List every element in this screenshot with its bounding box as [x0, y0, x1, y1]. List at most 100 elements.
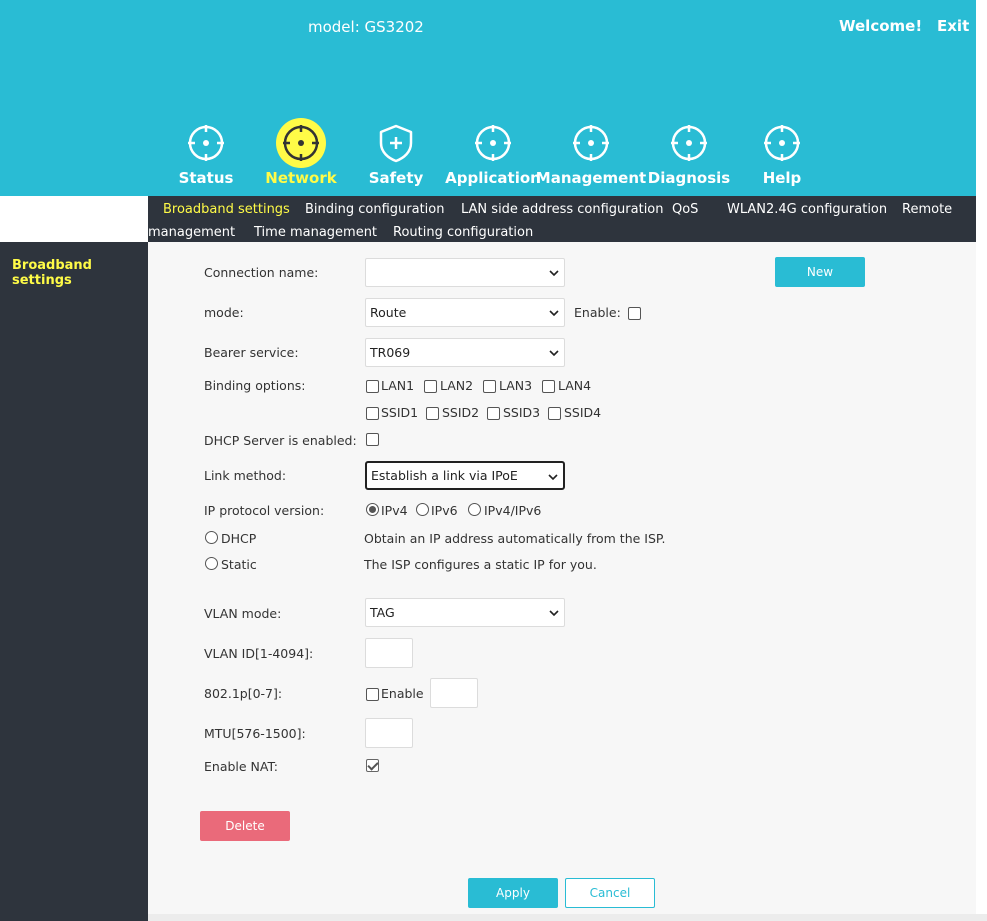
binding-ssid2-checkbox[interactable] [426, 407, 439, 420]
vlan-id-input[interactable] [365, 638, 413, 668]
p8021-enable-label: Enable [381, 686, 424, 701]
mode-value: Route [370, 305, 407, 320]
chevron-down-icon [549, 310, 559, 317]
subnav-routing-configuration[interactable]: Routing configuration [393, 225, 533, 240]
header-bar: model: GS3202 Welcome! Exit Status Netwo… [0, 0, 976, 196]
nat-label: Enable NAT: [204, 759, 278, 774]
nav-status[interactable]: Status [177, 118, 235, 192]
static-description: The ISP configures a static IP for you. [364, 557, 597, 572]
nav-label: Help [762, 169, 802, 187]
bearer-service-select[interactable]: TR069 [365, 338, 565, 367]
binding-options-label: Binding options: [204, 378, 306, 393]
nav-label: Safety [368, 169, 424, 187]
binding-lan1-label: LAN1 [381, 378, 415, 393]
apply-button[interactable]: Apply [468, 878, 558, 908]
binding-ssid4-checkbox[interactable] [548, 407, 561, 420]
subnav-wlan-configuration[interactable]: WLAN2.4G configuration [727, 202, 887, 217]
ipv4-label: IPv4 [381, 503, 408, 518]
mode-label: mode: [204, 305, 244, 320]
ipv4-ipv6-label: IPv4/IPv6 [484, 503, 542, 518]
bottom-strip [148, 914, 987, 921]
sub-navigation: Broadband settings Binding configuration… [148, 196, 976, 242]
binding-ssid1-label: SSID1 [381, 405, 419, 420]
connection-name-select[interactable] [365, 258, 565, 287]
ipv4-ipv6-radio[interactable] [468, 503, 481, 516]
target-icon [468, 118, 518, 168]
ipv6-label: IPv6 [431, 503, 458, 518]
target-icon [181, 118, 231, 168]
chevron-down-icon [549, 270, 559, 277]
chevron-down-icon [549, 350, 559, 357]
vlan-mode-label: VLAN mode: [204, 606, 282, 621]
apply-button-label: Apply [496, 886, 530, 900]
binding-lan4-label: LAN4 [558, 378, 592, 393]
link-method-select[interactable]: Establish a link via IPoE [365, 461, 565, 490]
nav-label: Status [178, 169, 234, 187]
new-button-label: New [806, 265, 834, 279]
nav-safety[interactable]: Safety [366, 118, 426, 192]
vlan-id-label: VLAN ID[1-4094]: [204, 646, 314, 661]
enable-label: Enable: [574, 305, 621, 320]
dhcp-server-checkbox[interactable] [366, 433, 379, 446]
nav-help[interactable]: Help [756, 118, 808, 192]
static-radio[interactable] [205, 557, 218, 570]
binding-ssid2-label: SSID2 [442, 405, 480, 420]
mode-select[interactable]: Route [365, 298, 565, 327]
binding-lan3-checkbox[interactable] [483, 380, 496, 393]
binding-lan2-checkbox[interactable] [424, 380, 437, 393]
nav-network[interactable]: Network [265, 118, 337, 192]
target-icon [276, 118, 326, 168]
shield-icon [371, 118, 421, 168]
ipv6-radio[interactable] [416, 503, 429, 516]
p8021-input[interactable] [430, 678, 478, 708]
ipv4-radio[interactable] [366, 503, 379, 516]
nat-checkbox[interactable] [366, 759, 379, 772]
bearer-service-value: TR069 [370, 345, 411, 360]
subnav-remote-management[interactable]: Remote [902, 202, 952, 217]
subnav-time-management[interactable]: Time management [254, 225, 377, 240]
new-button[interactable]: New [775, 257, 865, 287]
chevron-down-icon [549, 610, 559, 617]
delete-button-label: Delete [225, 819, 265, 833]
sidebar: Broadband settings [0, 242, 148, 921]
binding-lan1-checkbox[interactable] [366, 380, 379, 393]
subnav-qos[interactable]: QoS [672, 202, 698, 217]
ip-protocol-label: IP protocol version: [204, 503, 325, 518]
binding-lan2-label: LAN2 [440, 378, 474, 393]
subnav-broadband-settings[interactable]: Broadband settings [163, 202, 290, 217]
binding-ssid1-checkbox[interactable] [366, 407, 379, 420]
nav-diagnosis[interactable]: Diagnosis [647, 118, 731, 192]
mtu-input[interactable] [365, 718, 413, 748]
p8021-label: 802.1p[0-7]: [204, 686, 283, 701]
cancel-button[interactable]: Cancel [565, 878, 655, 908]
delete-button[interactable]: Delete [200, 811, 290, 841]
model-label: model: GS3202 [308, 18, 424, 36]
dhcp-label: DHCP [221, 531, 257, 546]
dhcp-description: Obtain an IP address automatically from … [364, 531, 666, 546]
nav-application[interactable]: Application [445, 118, 541, 192]
chevron-down-icon [548, 474, 558, 481]
exit-link[interactable]: Exit [937, 17, 969, 35]
binding-ssid3-checkbox[interactable] [487, 407, 500, 420]
nav-management[interactable]: Management [536, 118, 646, 192]
dhcp-radio[interactable] [205, 531, 218, 544]
sidebar-item-broadband-settings[interactable]: Broadband settings [12, 258, 148, 288]
subnav-remote-management-cont[interactable]: management [148, 225, 235, 240]
nav-label: Network [265, 169, 337, 187]
subnav-binding-configuration[interactable]: Binding configuration [305, 202, 445, 217]
connection-name-label: Connection name: [204, 265, 319, 280]
binding-ssid4-label: SSID4 [564, 405, 602, 420]
binding-ssid3-label: SSID3 [503, 405, 541, 420]
enable-checkbox[interactable] [628, 307, 641, 320]
target-icon [566, 118, 616, 168]
bearer-service-label: Bearer service: [204, 345, 299, 360]
link-method-label: Link method: [204, 468, 287, 483]
mtu-label: MTU[576-1500]: [204, 726, 306, 741]
p8021-enable-checkbox[interactable] [366, 688, 379, 701]
nav-label: Diagnosis [647, 169, 731, 187]
binding-lan4-checkbox[interactable] [542, 380, 555, 393]
subnav-lan-address-configuration[interactable]: LAN side address configuration [461, 202, 664, 217]
nav-label: Management [535, 169, 647, 187]
vlan-mode-select[interactable]: TAG [365, 598, 565, 627]
cancel-button-label: Cancel [589, 886, 631, 900]
